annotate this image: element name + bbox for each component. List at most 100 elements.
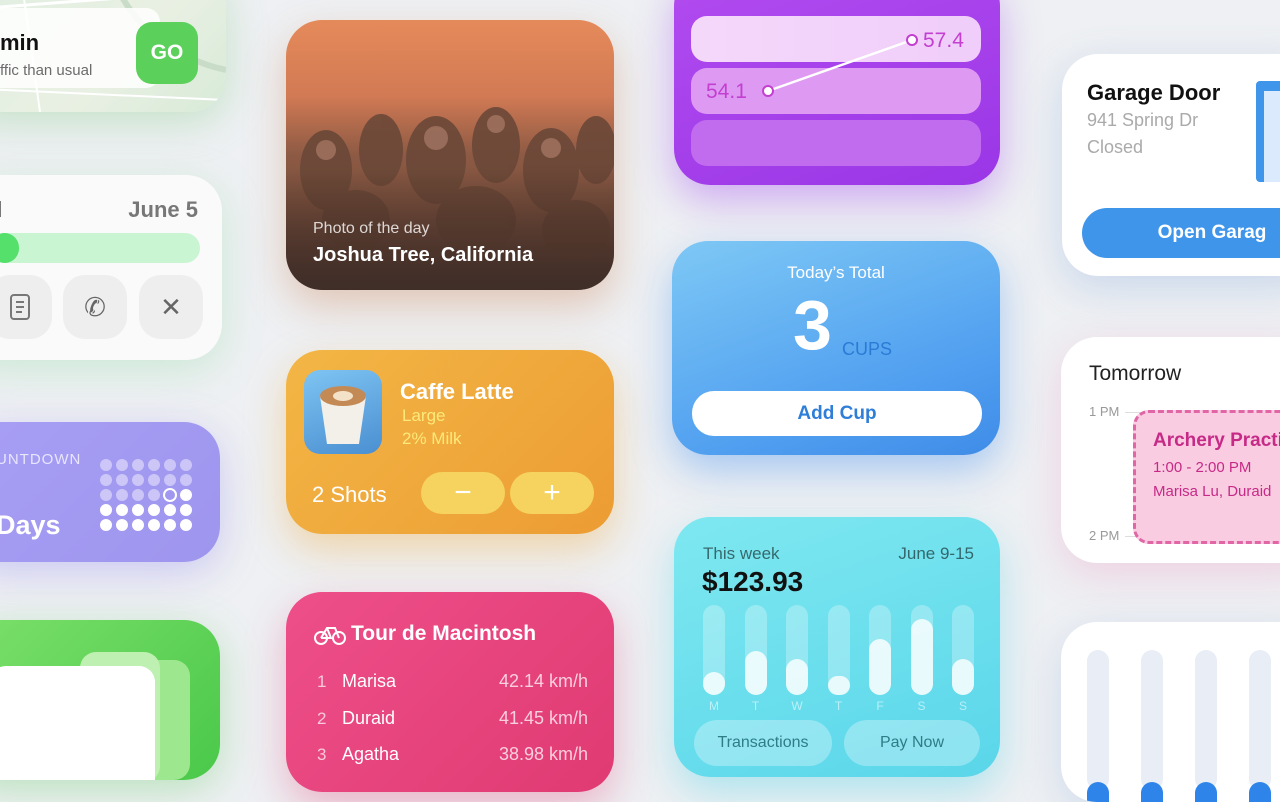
time-label: 1 PM [1089, 404, 1120, 419]
countdown-dot [164, 504, 176, 516]
countdown-dot [148, 504, 160, 516]
close-icon: ✕ [160, 291, 182, 322]
rider-speed: 41.45 km/h [498, 708, 588, 728]
event-title: Archery Practi [1153, 430, 1280, 451]
day-label: S [917, 699, 926, 713]
spending-bar-track [869, 605, 891, 695]
device-status: Closed [1087, 137, 1144, 157]
countdown-dot [180, 459, 192, 471]
event-people: Marisa Lu, Duraid [1153, 483, 1272, 500]
go-button[interactable]: GO [136, 22, 198, 84]
drink-name: Caffe Latte [400, 379, 514, 404]
open-garage-button[interactable]: Open Garag [1082, 208, 1280, 258]
countdown-dot [100, 504, 112, 516]
activity-bar-track [1087, 650, 1109, 802]
countdown-dot-grid [100, 459, 192, 531]
device-address: 941 Spring Dr [1087, 110, 1199, 130]
countdown-dot [148, 474, 160, 486]
spending-bar [869, 639, 891, 695]
pay-now-button[interactable]: Pay Now [844, 720, 980, 766]
countdown-dot [116, 459, 128, 471]
rider-name: Agatha [342, 744, 400, 764]
call-button[interactable]: ✆ [63, 275, 127, 339]
delivery-widget: l June 5 ✆ ✕ [0, 175, 222, 360]
transactions-button[interactable]: Transactions [694, 720, 832, 766]
photo-widget[interactable]: Photo of the day Joshua Tree, California [286, 20, 614, 290]
wallet-card [0, 666, 155, 780]
period-label: This week [703, 544, 780, 563]
spending-bar-track [827, 605, 850, 695]
spending-bar-track [952, 605, 974, 695]
add-cup-button[interactable]: Add Cup [692, 391, 982, 436]
increase-shots-button[interactable]: + [510, 472, 594, 514]
water-title: Today’s Total [787, 263, 885, 282]
photo-location: Joshua Tree, California [313, 244, 534, 266]
countdown-dot [164, 519, 176, 531]
wallet-widget [0, 620, 220, 780]
countdown-dot [116, 489, 128, 501]
day-label: T [834, 699, 843, 713]
device-name: Garage Door [1087, 80, 1221, 105]
maps-widget[interactable]: min ffic than usual GO [0, 0, 226, 112]
rider-name: Duraid [342, 708, 396, 728]
eta-text: min [0, 30, 40, 55]
stock-widget: 54.1 57.4 [674, 0, 1000, 185]
spending-bar [952, 659, 974, 695]
countdown-dot [164, 459, 176, 471]
garage-door-icon [1256, 81, 1280, 182]
spending-bar [703, 672, 725, 695]
activity-bar-track [1141, 650, 1163, 802]
calendar-day: Tomorrow [1089, 362, 1182, 385]
drink-size: Large [402, 406, 446, 425]
coffee-order-widget: Caffe Latte Large 2% Milk 2 Shots − + [286, 350, 614, 534]
day-label: S [958, 699, 967, 713]
spending-bar-track [786, 605, 808, 695]
countdown-dot [132, 519, 144, 531]
water-tracker-widget: Today’s Total 3 CUPS Add Cup [672, 241, 1000, 455]
leaderboard-widget: Tour de Macintosh 1 Marisa 42.14 km/h 2 … [286, 592, 614, 792]
countdown-dot [148, 489, 160, 501]
phone-icon: ✆ [84, 291, 106, 322]
cup-unit: CUPS [842, 339, 893, 359]
cup-count: 3 [793, 286, 832, 364]
rider-rank: 1 [317, 672, 327, 691]
receipt-button[interactable] [0, 275, 52, 339]
countdown-dot [148, 459, 160, 471]
countdown-widget: UNTDOWN Days [0, 422, 220, 562]
spending-bar [786, 659, 808, 695]
countdown-dot [100, 489, 112, 501]
countdown-dot [180, 474, 192, 486]
traffic-text: ffic than usual [0, 62, 93, 79]
spending-bar-track [744, 605, 767, 695]
countdown-dot [116, 474, 128, 486]
leaderboard-title: Tour de Macintosh [351, 622, 537, 645]
activity-bar-track [1249, 650, 1271, 802]
countdown-dot [180, 504, 192, 516]
day-label: M [709, 699, 719, 713]
countdown-dot [132, 459, 144, 471]
delivery-label: l [0, 197, 2, 223]
cancel-button[interactable]: ✕ [139, 275, 203, 339]
countdown-value: Days [0, 510, 61, 540]
countdown-dot [180, 519, 192, 531]
photo-caption: Photo of the day [313, 220, 430, 237]
spending-bar [744, 651, 767, 695]
decrease-shots-button[interactable]: − [421, 472, 505, 514]
rider-speed: 42.14 km/h [498, 671, 588, 691]
bicycle-icon [314, 627, 346, 645]
countdown-dot [100, 474, 112, 486]
countdown-dot [100, 459, 112, 471]
countdown-dot [132, 489, 144, 501]
receipt-icon [10, 294, 30, 320]
rider-speed: 38.98 km/h [498, 744, 588, 764]
coffee-cup-icon [320, 386, 366, 444]
activity-bar [1141, 782, 1163, 802]
spending-bar [910, 619, 933, 695]
spending-bar [827, 676, 850, 695]
spending-bar-track [910, 605, 933, 695]
countdown-dot [164, 474, 176, 486]
activity-bar [1087, 782, 1109, 802]
time-label: 2 PM [1089, 528, 1120, 543]
spending-widget: This week June 9-15 $123.93 M T W T F S S Tran… [674, 517, 1000, 777]
spending-bar-track [703, 605, 725, 695]
